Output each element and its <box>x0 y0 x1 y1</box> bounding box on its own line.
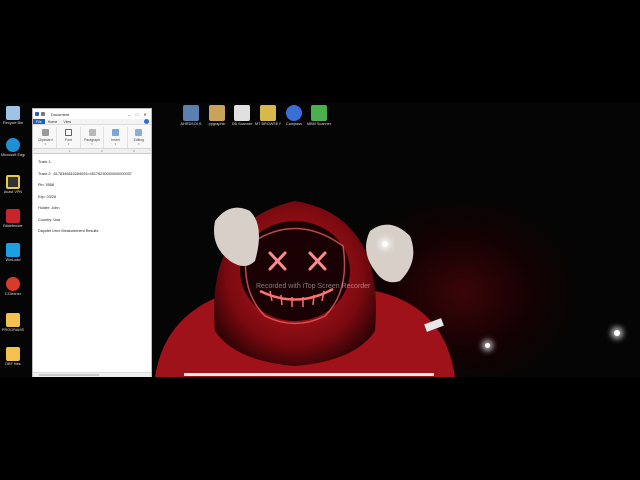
document-line: Track 1: <box>38 160 52 164</box>
desktop-icon-db-scanner[interactable]: DB Scanner <box>229 105 255 127</box>
desktop-icon-programs[interactable]: PROGRAMS <box>1 313 25 333</box>
clipboard-icon <box>41 129 49 136</box>
shield-icon <box>6 209 20 223</box>
edge-icon <box>6 138 20 152</box>
title-bar[interactable]: Document – □ ✕ <box>33 109 151 119</box>
wordpad-window[interactable]: Document – □ ✕ File Home View Clipboard … <box>32 108 152 377</box>
chevron-down-icon: ▾ <box>67 142 70 146</box>
scanner-icon <box>234 105 250 121</box>
cleaner-icon <box>6 277 20 291</box>
chevron-down-icon: ▾ <box>138 142 140 146</box>
screen: Recorded with iTop Screen Recorder Recyc… <box>0 103 640 377</box>
desktop-icon-recycle-bin[interactable]: Recycle Bin <box>1 106 25 126</box>
ribbon-group-clipboard[interactable]: Clipboard ▾ <box>34 127 58 148</box>
tab-view[interactable]: View <box>60 119 74 124</box>
minimize-icon[interactable]: – <box>125 112 133 117</box>
light-flare <box>614 330 620 336</box>
scanner-icon <box>311 105 327 121</box>
desktop-icon-vpn[interactable]: Avast VPN <box>1 175 25 195</box>
search-icon <box>135 129 143 136</box>
close-icon[interactable]: ✕ <box>141 112 149 117</box>
chevron-down-icon: ▾ <box>44 142 46 146</box>
compass-icon <box>286 105 302 121</box>
books-icon <box>209 105 225 121</box>
document-area[interactable]: Track 1: Track 2: ;5178346810284093=4517… <box>33 156 151 370</box>
ribbon: Clipboard ▾ Font ▾ Paragraph ▾ Insert ▾ … <box>33 125 151 149</box>
chevron-down-icon: ▾ <box>114 142 117 146</box>
ribbon-group-font[interactable]: Font ▾ <box>57 127 81 148</box>
recorder-watermark: Recorded with iTop Screen Recorder <box>256 283 371 290</box>
light-flare <box>485 343 490 348</box>
document-line: Country: Usa <box>38 217 61 222</box>
document-line: Track 2: ;5178346810284093=4517623000000… <box>38 171 132 176</box>
save-icon[interactable] <box>41 112 45 116</box>
desktop-icon-dbf-files[interactable]: DBF files <box>1 347 25 367</box>
horizontal-scrollbar[interactable] <box>33 372 151 377</box>
desktop-icon-bitdefender[interactable]: Bitdefender <box>1 209 25 229</box>
insert-icon <box>111 129 119 136</box>
desktop-icon-compass[interactable]: Compass <box>281 105 307 127</box>
recycle-bin-icon <box>6 106 20 120</box>
desktop-icon-edge[interactable]: Microsoft Edge <box>1 138 25 158</box>
window-title: Document <box>51 111 70 117</box>
document-line: Exp: 03/25 <box>38 194 57 199</box>
desktop-icon-ccleaner[interactable]: CCleaner <box>1 277 25 297</box>
document-line: Dayofet Urno Measurement Results <box>38 229 99 233</box>
light-flare <box>382 241 388 247</box>
vpn-icon <box>6 175 20 189</box>
maximize-icon[interactable]: □ <box>133 112 141 117</box>
ruler-mark: 1 <box>69 149 71 153</box>
desktop-icon-ahrdsols[interactable]: AHRDSOLS <box>178 105 204 127</box>
app-icon <box>183 105 199 121</box>
document-line: Pin: 5558 <box>38 183 55 187</box>
desktop-icon-winload[interactable]: WinLoad <box>1 243 25 263</box>
ribbon-group-paragraph[interactable]: Paragraph ▾ <box>81 127 105 148</box>
background-window-edge <box>184 373 434 376</box>
ruler-mark: 2 <box>101 149 103 153</box>
folder-icon <box>6 313 20 327</box>
app-icon <box>260 105 276 121</box>
scrollbar-thumb[interactable] <box>39 374 99 376</box>
paragraph-icon <box>88 129 96 136</box>
wordpad-app-icon <box>35 112 39 116</box>
folder-icon <box>6 347 20 361</box>
tab-home[interactable]: Home <box>45 119 61 124</box>
ribbon-group-editing[interactable]: Editing ▾ <box>128 127 150 148</box>
desktop-icon-mbm-scanner[interactable]: MBM Scanner <box>306 105 332 127</box>
desktop-icon-ppgraphic[interactable]: ppgraphic <box>204 105 230 127</box>
app-icon <box>6 243 20 257</box>
chevron-down-icon: ▾ <box>91 142 93 146</box>
document-line: Holder: John <box>38 206 60 210</box>
help-icon[interactable] <box>144 119 149 124</box>
font-icon <box>65 129 73 136</box>
ribbon-group-insert[interactable]: Insert ▾ <box>104 127 128 148</box>
ruler[interactable]: 1 2 3 <box>33 149 151 154</box>
desktop-icon-mt-browse[interactable]: MT BROWSE PROC - Sh... <box>255 105 281 127</box>
ruler-mark: 3 <box>133 149 135 153</box>
tab-file[interactable]: File <box>33 119 45 124</box>
desktop-icons-left: Recycle Bin Microsoft Edge Avast VPN Bit… <box>0 103 30 377</box>
